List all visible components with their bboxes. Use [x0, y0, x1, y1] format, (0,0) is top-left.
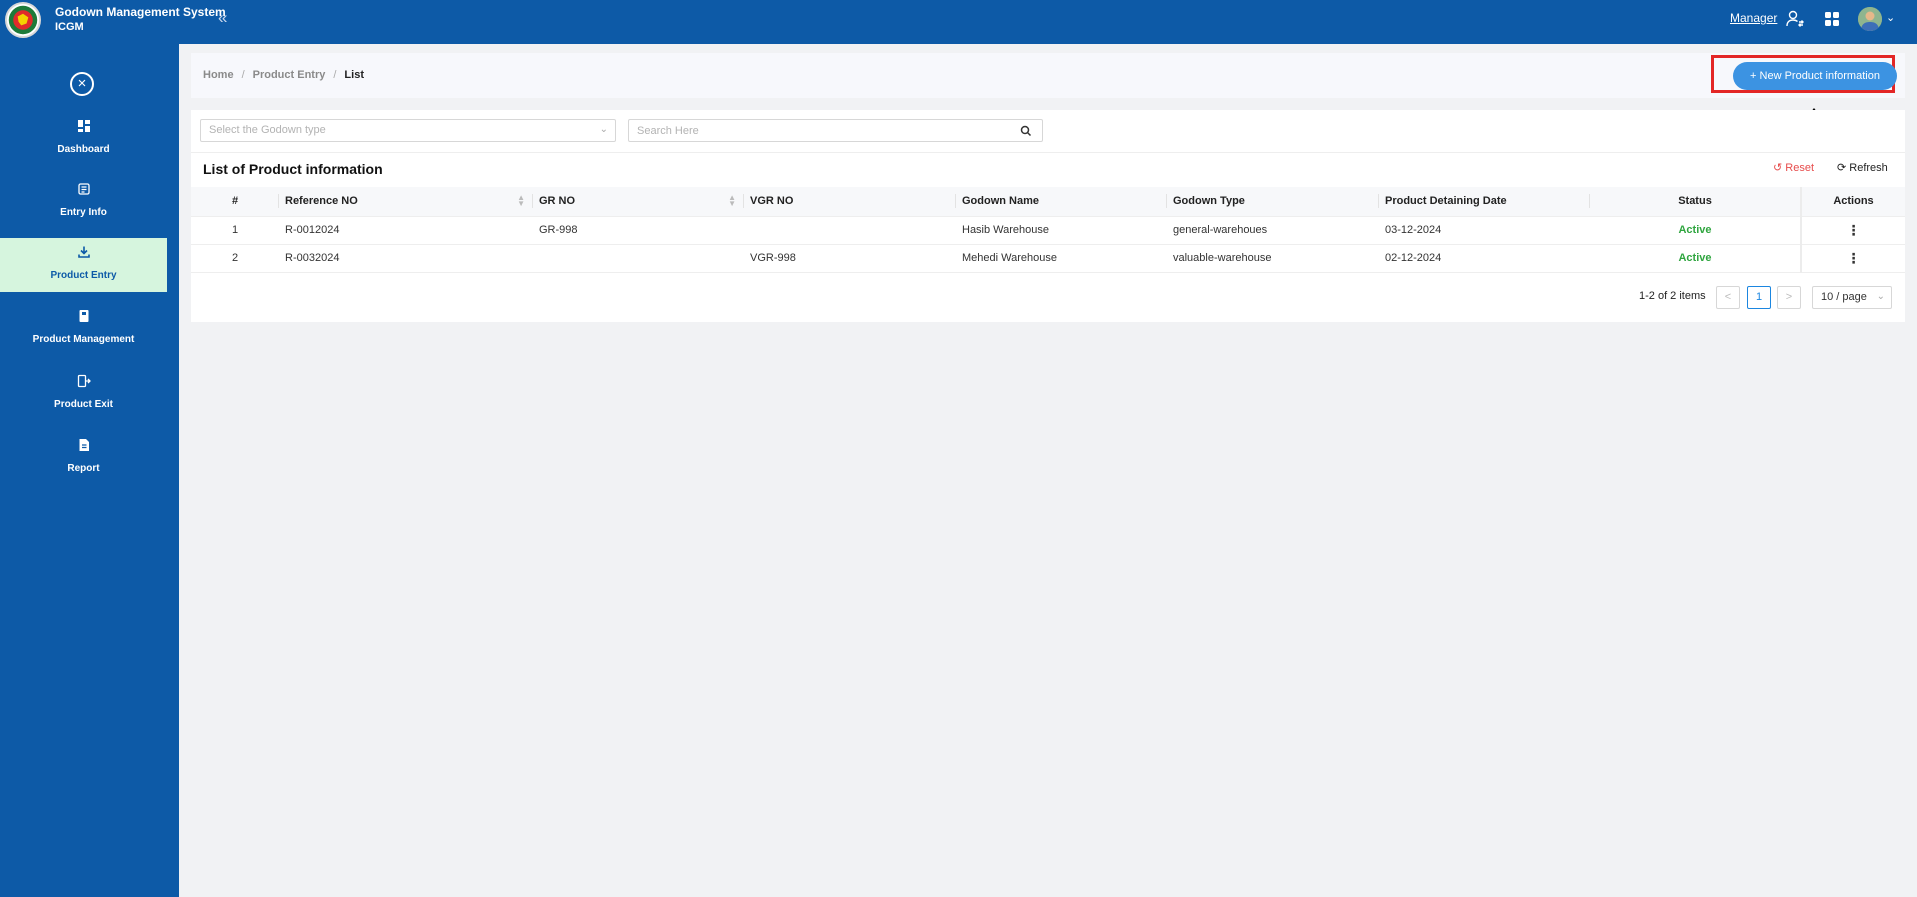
column-header-reference[interactable]: Reference NO ▲ ▼ — [279, 187, 533, 217]
exit-icon — [77, 374, 91, 388]
pagination-next-button[interactable]: > — [1777, 286, 1801, 309]
sidebar-item-product-entry[interactable]: Product Entry — [0, 238, 167, 292]
cell-reference: R-0032024 — [279, 244, 533, 273]
user-switch-icon[interactable] — [1785, 9, 1805, 29]
divider — [191, 152, 1905, 153]
cell-godown-type: valuable-warehouse — [1167, 244, 1379, 273]
cell-godown-name: Mehedi Warehouse — [956, 244, 1167, 273]
breadcrumb-home[interactable]: Home — [203, 69, 234, 81]
report-icon — [77, 438, 91, 452]
sidebar-item-label: Entry Info — [60, 207, 107, 218]
refresh-icon: ⟳ — [1837, 162, 1847, 174]
reset-label: Reset — [1785, 162, 1815, 174]
chevron-down-icon: ⌄ — [1876, 291, 1885, 302]
cell-reference: R-0012024 — [279, 216, 533, 245]
table-row: 1 R-0012024 GR-998 Hasib Warehouse gener… — [191, 216, 1905, 245]
cell-godown-type: general-warehoues — [1167, 216, 1379, 245]
sidebar-item-label: Report — [67, 463, 100, 474]
cell-godown-name: Hasib Warehouse — [956, 216, 1167, 245]
cell-gr — [533, 244, 744, 273]
pagination-page-1[interactable]: 1 — [1747, 286, 1771, 309]
entry-info-icon — [77, 182, 91, 196]
government-logo — [5, 2, 41, 38]
row-actions-icon[interactable]: ⋮ — [1800, 244, 1905, 273]
breadcrumb-product-entry[interactable]: Product Entry — [253, 69, 326, 81]
app-title: Godown Management System — [55, 5, 226, 19]
breadcrumb-separator: / — [241, 69, 245, 81]
cell-gr: GR-998 — [533, 216, 744, 245]
sidebar-item-entry-info[interactable]: Entry Info — [0, 175, 167, 229]
collapse-sidebar-icon[interactable]: « — [218, 8, 227, 28]
sort-icon[interactable]: ▲ ▼ — [517, 194, 525, 208]
column-header-index: # — [191, 187, 279, 217]
pagination-prev-button[interactable]: < — [1716, 286, 1740, 309]
status-badge: Active — [1590, 216, 1801, 245]
reset-icon: ↺ — [1773, 162, 1783, 174]
table-row: 2 R-0032024 VGR-998 Mehedi Warehouse val… — [191, 244, 1905, 273]
list-title: List of Product information — [203, 161, 383, 177]
sidebar: × Dashboard Entry Info Product Entry Pro… — [0, 44, 179, 897]
download-icon — [77, 245, 91, 259]
dashboard-icon — [77, 119, 91, 133]
cell-vgr: VGR-998 — [744, 244, 956, 273]
sidebar-item-product-exit[interactable]: Product Exit — [0, 367, 167, 421]
breadcrumb: Home / Product Entry / List — [203, 69, 364, 81]
column-header-gr[interactable]: GR NO ▲ ▼ — [533, 187, 744, 217]
column-header-vgr: VGR NO — [744, 187, 956, 217]
column-header-actions: Actions — [1800, 187, 1905, 217]
top-bar: Godown Management System ICGM « Manager … — [0, 0, 1917, 44]
sidebar-item-dashboard[interactable]: Dashboard — [0, 112, 167, 166]
page-size-select[interactable]: 10 / page ⌄ — [1812, 286, 1892, 309]
breadcrumb-bar: Home / Product Entry / List — [191, 53, 1905, 98]
search-input[interactable] — [628, 119, 1043, 142]
app-subtitle: ICGM — [55, 21, 84, 33]
table-header-row: # Reference NO ▲ ▼ GR NO ▲ ▼ VGR NO Godown N… — [191, 187, 1905, 217]
column-header-detaining-date: Product Detaining Date — [1379, 187, 1590, 217]
column-header-godown-name: Godown Name — [956, 187, 1167, 217]
sort-icon[interactable]: ▲ ▼ — [728, 194, 736, 208]
cell-index: 1 — [191, 216, 279, 245]
cell-date: 03-12-2024 — [1379, 216, 1590, 245]
product-list-card: Select the Godown type ⌄ List of Product… — [191, 110, 1905, 322]
row-actions-icon[interactable]: ⋮ — [1800, 216, 1905, 245]
status-badge: Active — [1590, 244, 1801, 273]
cell-index: 2 — [191, 244, 279, 273]
cell-vgr — [744, 216, 956, 245]
apps-grid-icon[interactable] — [1822, 9, 1842, 29]
refresh-button[interactable]: ⟳ Refresh — [1837, 161, 1888, 174]
page-size-value: 10 / page — [1821, 291, 1867, 303]
search-icon[interactable] — [1020, 124, 1032, 137]
sidebar-item-product-management[interactable]: Product Management — [0, 302, 167, 356]
breadcrumb-current: List — [344, 69, 364, 81]
chevron-down-icon[interactable]: ⌄ — [1886, 11, 1895, 24]
new-product-information-button[interactable]: + New Product information — [1733, 62, 1897, 90]
sidebar-item-report[interactable]: Report — [0, 431, 167, 485]
column-header-status: Status — [1590, 187, 1801, 217]
emblem-icon — [8, 5, 38, 35]
user-role-link[interactable]: Manager — [1730, 11, 1777, 25]
chevron-down-icon: ⌄ — [599, 124, 608, 135]
sidebar-item-label: Product Exit — [54, 399, 113, 410]
godown-type-placeholder: Select the Godown type — [209, 124, 326, 136]
refresh-label: Refresh — [1849, 162, 1888, 174]
reset-button[interactable]: ↺ Reset — [1773, 161, 1814, 174]
sidebar-item-label: Product Management — [32, 334, 135, 345]
column-header-godown-type: Godown Type — [1167, 187, 1379, 217]
cell-date: 02-12-2024 — [1379, 244, 1590, 273]
sidebar-item-label: Product Entry — [50, 270, 117, 281]
breadcrumb-separator: / — [333, 69, 337, 81]
godown-type-select[interactable]: Select the Godown type ⌄ — [200, 119, 616, 142]
close-icon[interactable]: × — [70, 72, 94, 96]
sidebar-item-label: Dashboard — [57, 144, 110, 155]
book-icon — [77, 309, 91, 323]
pagination-info: 1-2 of 2 items — [1639, 290, 1706, 302]
product-table: # Reference NO ▲ ▼ GR NO ▲ ▼ VGR NO Godown N… — [191, 187, 1905, 273]
user-avatar[interactable] — [1858, 7, 1882, 31]
